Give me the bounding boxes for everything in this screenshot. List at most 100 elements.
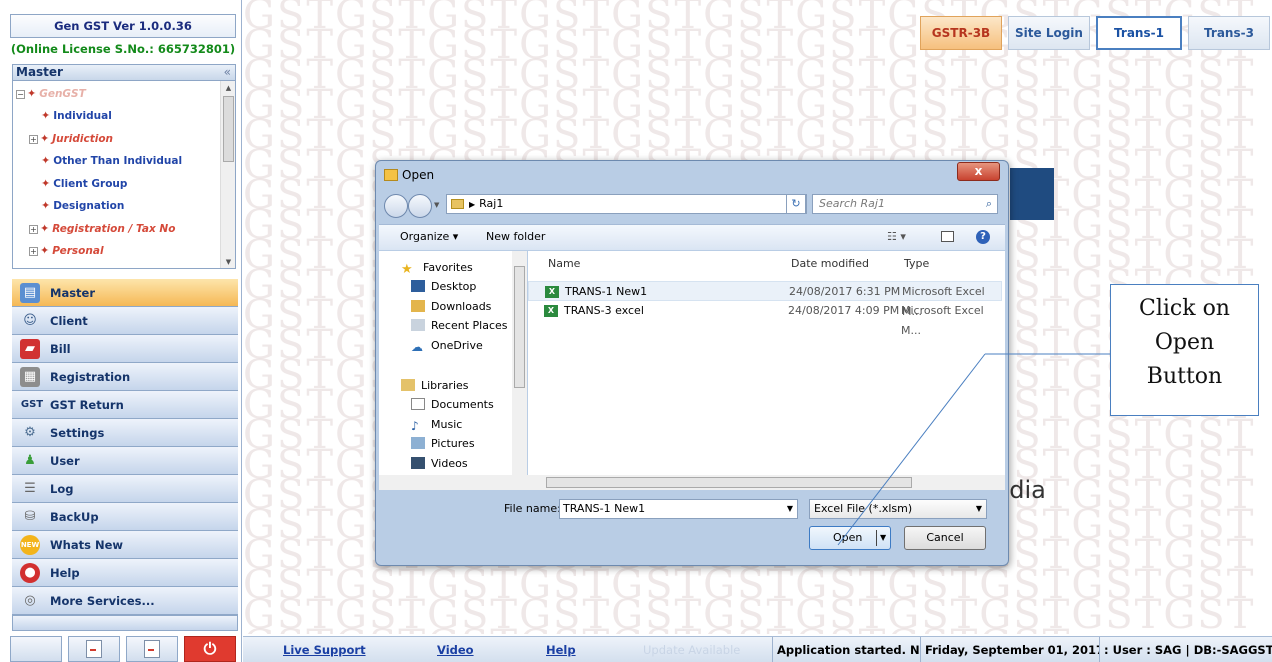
nav-onedrive[interactable]: ☁ OneDrive [411,336,483,355]
recent-places-icon [411,319,425,331]
help-icon[interactable]: ? [976,230,990,244]
cancel-button[interactable]: Cancel [904,526,986,550]
file-type-select[interactable]: Excel File (*.xlsm) ▼ [809,499,987,519]
nav-music[interactable]: ♪ Music [411,415,462,434]
tree-item-root[interactable]: − ✦ GenGST [16,85,86,103]
expand-node-icon[interactable]: + [29,135,38,144]
navigation-scrollbar[interactable] [512,251,527,487]
folder-icon [451,199,464,209]
nav-more-services[interactable]: ◎ More Services... [12,587,238,615]
tree-item-juridiction[interactable]: + ✦ Juridiction [29,130,113,148]
nav-libraries[interactable]: Libraries [401,376,469,395]
nav-master[interactable]: ▤ Master [12,279,238,307]
nav-user[interactable]: ♟ User [12,447,238,475]
trans-3-button[interactable]: Trans-3 [1188,16,1270,50]
nav-help[interactable]: ● Help [12,559,238,587]
nav-whats-new[interactable]: NEW Whats New [12,531,238,559]
search-input[interactable]: Search Raj1 ⌕ [812,194,998,214]
tree-item-designation[interactable]: ✦ Designation [41,197,124,215]
horizontal-scrollbar[interactable] [379,475,1005,490]
nav-label: Master [50,285,96,300]
tree-item-label: Other Than Individual [53,155,183,167]
nav-videos[interactable]: Videos [411,454,468,473]
expand-node-icon[interactable]: + [29,225,38,234]
column-name[interactable]: Name [548,257,580,270]
live-support-link[interactable]: Live Support [283,637,366,662]
videos-icon [411,457,425,469]
update-available-link[interactable]: Update Available [643,637,740,662]
file-row[interactable]: X TRANS-3 excel 24/08/2017 4:09 PM Micro… [528,301,1002,337]
address-bar[interactable]: ▶Raj1 ▼ [446,194,807,214]
document-tool-button[interactable] [68,636,120,662]
nav-backup[interactable]: ⛁ BackUp [12,503,238,531]
nav-log[interactable]: ☰ Log [12,475,238,503]
scroll-thumb[interactable] [546,477,912,488]
scroll-thumb[interactable] [514,266,525,388]
scroll-thumb[interactable] [223,96,234,162]
instruction-callout: Click on Open Button [1110,284,1259,416]
file-row[interactable]: X TRANS-1 New1 24/08/2017 6:31 PM Micros… [528,281,1002,318]
tree-item-individual[interactable]: ✦ Individual [41,107,112,125]
nav-desktop[interactable]: Desktop [411,277,476,296]
nav-item-label: Music [431,418,463,431]
new-folder-button[interactable]: New folder [486,225,545,249]
gstr-3b-button[interactable]: GSTR-3B [920,16,1002,50]
nav-gst-return[interactable]: GST GST Return [12,391,238,419]
tree-item-label: Designation [53,200,125,212]
refresh-button[interactable]: ↻ [786,194,806,214]
tree-node-icon: ✦ [41,109,51,122]
onedrive-icon: ☁ [411,340,423,354]
nav-item-label: Downloads [431,300,492,313]
tree-node-icon: ✦ [40,132,50,145]
help-link[interactable]: Help [546,637,576,662]
back-button[interactable] [384,194,408,218]
nav-favorites[interactable]: ★ Favorites [401,258,473,277]
tree-scrollbar[interactable]: ▲ ▼ [220,81,235,268]
collapse-node-icon[interactable]: − [16,90,25,99]
nav-item-label: Desktop [431,280,477,293]
tree-item-client-group[interactable]: ✦ Client Group [41,175,127,193]
nav-documents[interactable]: Documents [411,395,494,414]
close-button[interactable]: x [957,162,1000,181]
search-icon[interactable]: ⌕ [986,195,992,213]
open-options-icon[interactable]: ▼ [880,527,886,549]
pictures-icon [411,437,425,449]
nav-pictures[interactable]: Pictures [411,434,475,453]
scroll-down-icon[interactable]: ▼ [221,255,235,268]
preview-pane-icon[interactable] [941,231,954,242]
nav-item-label: OneDrive [431,339,483,352]
chevron-down-icon[interactable]: ▼ [787,500,793,518]
nav-registration[interactable]: ▦ Registration [12,363,238,391]
callout-line-1: Click on [1139,296,1230,321]
nav-settings[interactable]: ⚙ Settings [12,419,238,447]
forward-button[interactable] [408,194,432,218]
column-type[interactable]: Type [904,257,929,270]
nav-client[interactable]: ☺ Client [12,307,238,335]
view-options-icon[interactable]: ☷ ▾ [887,225,906,249]
expand-node-icon[interactable]: + [29,247,38,256]
open-button[interactable]: Open ▼ [809,526,891,550]
nav-bill[interactable]: ▰ Bill [12,335,238,363]
tree-item-label: Individual [53,110,112,122]
tree-item-personal[interactable]: + ✦ Personal [29,242,104,260]
video-link[interactable]: Video [437,637,474,662]
chevron-down-icon[interactable]: ▼ [976,500,982,518]
nav-downloads[interactable]: Downloads [411,297,491,316]
backup-icon: ⛁ [24,509,36,524]
history-dropdown-icon[interactable]: ▼ [434,201,439,209]
power-button[interactable]: ⏻ [184,636,236,662]
blank-tool-button[interactable] [10,636,62,662]
trans-1-button[interactable]: Trans-1 [1096,16,1182,50]
nav-item-label: Recent Places [431,319,508,332]
organize-button[interactable]: Organize ▾ [400,225,458,249]
tree-item-other-than-individual[interactable]: ✦ Other Than Individual [41,152,182,170]
tree-item-registration[interactable]: + ✦ Registration / Tax No [29,220,175,238]
document-tool-button-2[interactable] [126,636,178,662]
column-date-modified[interactable]: Date modified [791,257,869,270]
collapse-icon[interactable]: « [224,65,231,80]
nav-recent-places[interactable]: Recent Places [411,316,508,335]
file-name-input[interactable]: TRANS-1 New1 ▼ [559,499,798,519]
site-login-button[interactable]: Site Login [1008,16,1090,50]
scroll-up-icon[interactable]: ▲ [221,81,235,95]
callout-line-2: Open [1154,330,1215,355]
